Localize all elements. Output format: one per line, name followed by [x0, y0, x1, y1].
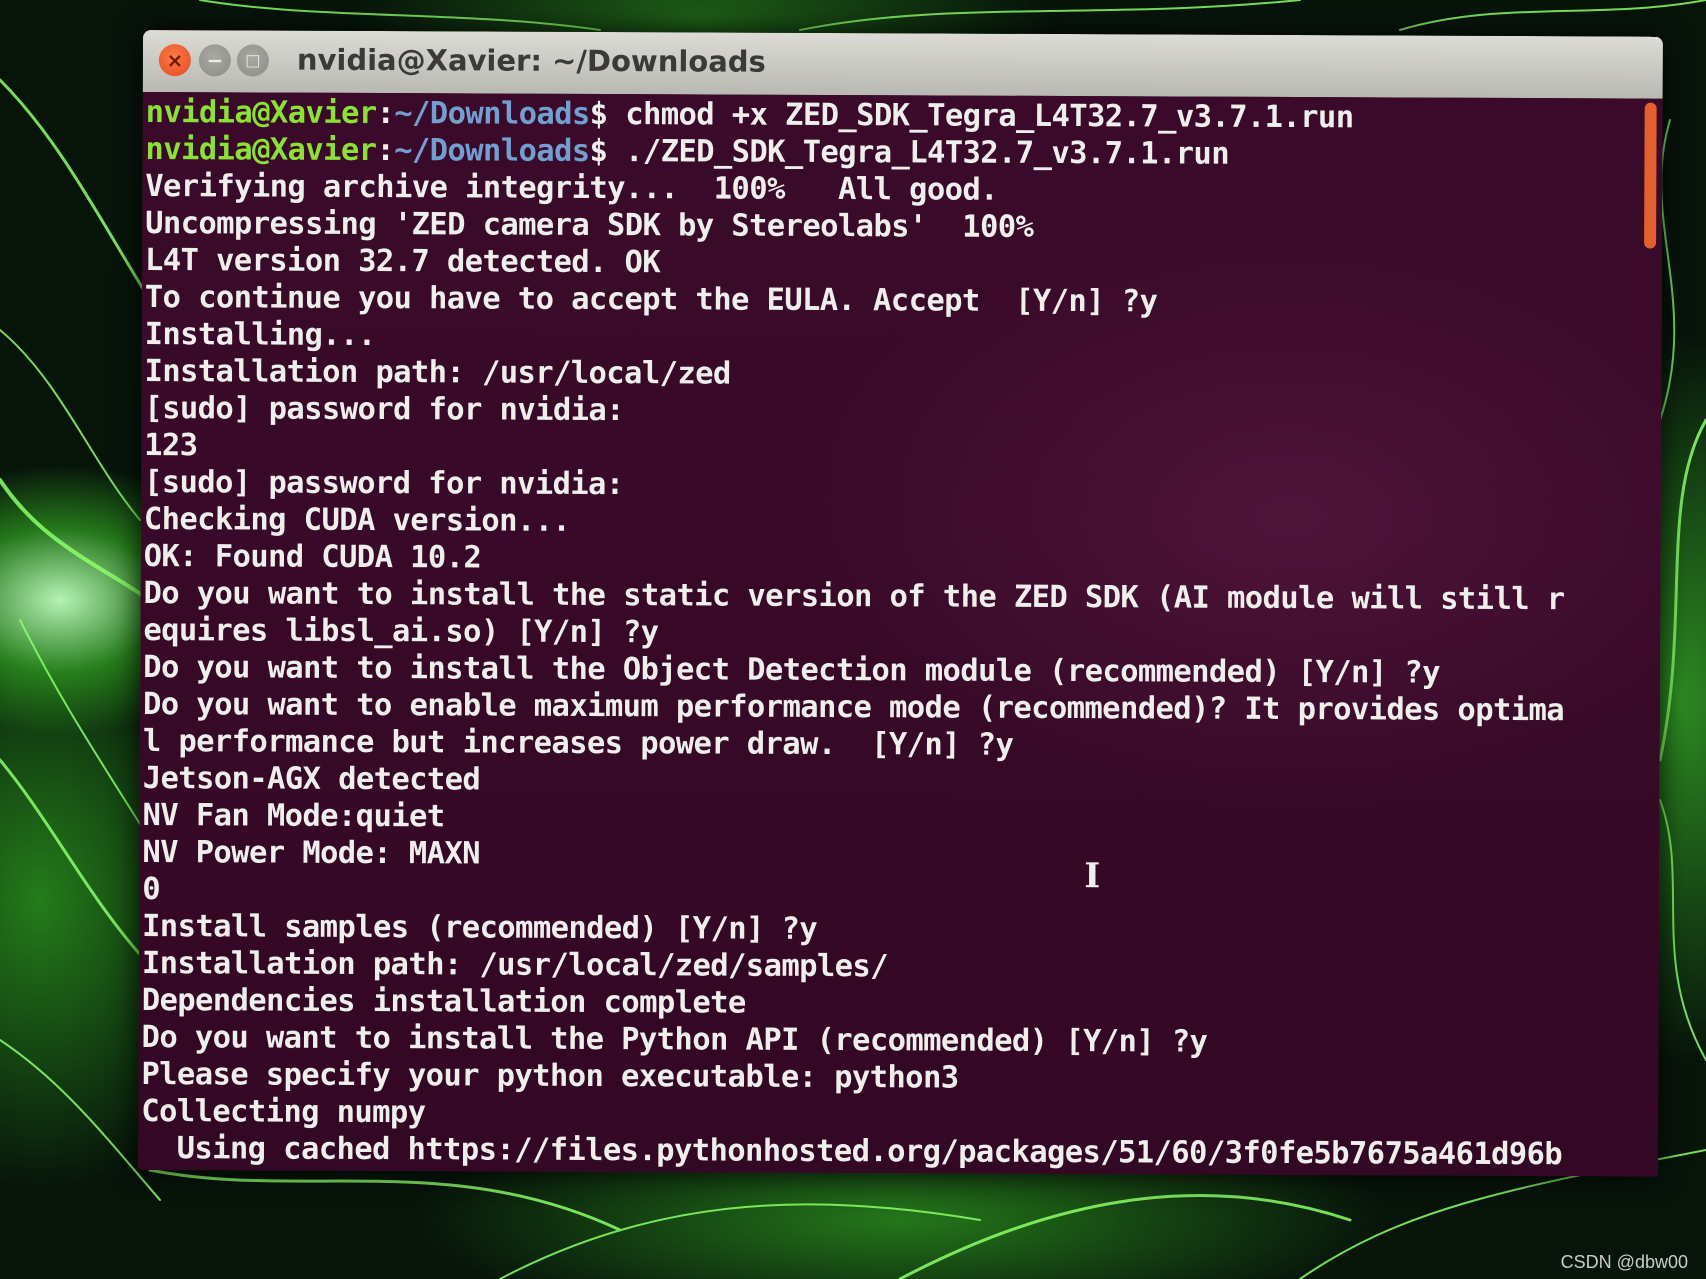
- terminal-lines: nvidia@Xavier:~/Downloads$ chmod +x ZED_…: [138, 92, 1627, 1173]
- output-line: NV Fan Mode:quiet: [142, 798, 445, 835]
- output-line: Installing...: [144, 317, 376, 354]
- minimize-icon[interactable]: −: [198, 44, 231, 77]
- output-line: L4T version 32.7 detected. OK: [144, 243, 661, 281]
- prompt-user-host: nvidia@Xavier: [145, 132, 377, 169]
- output-line: Do you want to install the Object Detect…: [143, 650, 1440, 691]
- prompt-separator: :: [376, 133, 395, 169]
- prompt-user-host: nvidia@Xavier: [145, 95, 377, 132]
- command-line: nvidia@Xavier:~/Downloads$ chmod +x ZED_…: [146, 94, 1627, 137]
- command-line: nvidia@Xavier:~/Downloads$ ./ZED_SDK_Teg…: [145, 131, 1626, 174]
- prompt-symbol: $: [589, 96, 608, 133]
- output-line: To continue you have to accept the EULA.…: [144, 280, 1158, 320]
- output-line: l performance but increases power draw. …: [142, 724, 1014, 763]
- output-line: Verifying archive integrity... 100% All …: [145, 169, 998, 208]
- prompt-path: ~/Downloads: [394, 133, 590, 169]
- command-text: ./ZED_SDK_Tegra_L4T32.7_v3.7.1.run: [607, 134, 1230, 172]
- command-text: chmod +x ZED_SDK_Tegra_L4T32.7_v3.7.1.ru…: [607, 97, 1354, 136]
- output-line: equires libsl_ai.so) [Y/n] ?y: [143, 613, 659, 651]
- text-cursor-icon: I: [1084, 856, 1101, 897]
- prompt-path: ~/Downloads: [394, 96, 590, 132]
- terminal-window[interactable]: × − □ nvidia@Xavier: ~/Downloads nvidia@…: [138, 30, 1663, 1177]
- output-line: Do you want to enable maximum performanc…: [142, 687, 1565, 729]
- maximize-icon[interactable]: □: [236, 44, 269, 77]
- output-line: Uncompressing 'ZED camera SDK by Stereol…: [145, 206, 1034, 245]
- prompt-symbol: $: [589, 133, 608, 170]
- output-line: Collecting numpy: [141, 1094, 426, 1131]
- output-line: 123: [144, 428, 198, 464]
- output-line: Do you want to install the static versio…: [143, 576, 1565, 618]
- output-line: Please specify your python executable: p…: [141, 1057, 959, 1096]
- desktop-background: × − □ nvidia@Xavier: ~/Downloads nvidia@…: [0, 0, 1706, 1279]
- output-line: Installation path: /usr/local/zed: [144, 354, 731, 392]
- watermark: CSDN @dbw00: [1560, 1252, 1688, 1272]
- output-line: NV Power Mode: MAXN: [142, 835, 480, 872]
- output-line: [sudo] password for nvidia:: [144, 391, 625, 429]
- prompt-separator: :: [376, 96, 395, 132]
- output-line: 0: [142, 872, 161, 908]
- output-line: Jetson-AGX detected: [142, 761, 481, 798]
- terminal-output-area[interactable]: nvidia@Xavier:~/Downloads$ chmod +x ZED_…: [138, 91, 1663, 1177]
- output-line: Do you want to install the Python API (r…: [141, 1020, 1208, 1060]
- window-titlebar[interactable]: × − □ nvidia@Xavier: ~/Downloads: [142, 30, 1663, 99]
- output-line: Install samples (recommended) [Y/n] ?y: [142, 909, 818, 947]
- output-line: Installation path: /usr/local/zed/sample…: [141, 946, 889, 985]
- output-line: Checking CUDA version...: [143, 502, 571, 539]
- output-line: OK: Found CUDA 10.2: [143, 539, 482, 576]
- output-line: Dependencies installation complete: [141, 983, 746, 1021]
- close-icon[interactable]: ×: [158, 44, 191, 77]
- output-line: Using cached https://files.pythonhosted.…: [141, 1131, 1563, 1173]
- scrollbar-thumb[interactable]: [1644, 102, 1657, 249]
- window-title: nvidia@Xavier: ~/Downloads: [296, 42, 766, 79]
- output-line: [sudo] password for nvidia:: [143, 465, 624, 503]
